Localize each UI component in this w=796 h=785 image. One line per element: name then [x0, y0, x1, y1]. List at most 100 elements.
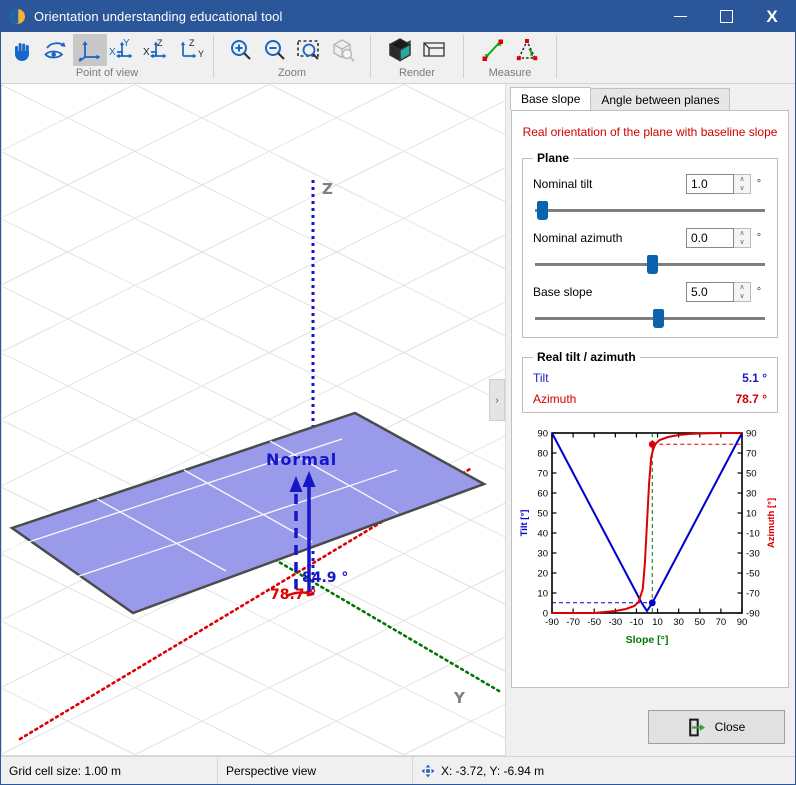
stepper-up-icon[interactable]: ∧ [734, 283, 750, 292]
tab-base-slope[interactable]: Base slope [510, 87, 592, 110]
toolbar-group-label: Render [398, 67, 436, 79]
side-panel: Base slope Angle between planes Real ori… [506, 84, 795, 756]
svg-text:-30: -30 [746, 548, 760, 559]
scene-svg [2, 180, 501, 741]
main-area: Normal 84.9 ° 78.7 ° Z Y X › Base slope … [1, 84, 795, 756]
maximize-icon [719, 10, 733, 23]
nominal-azimuth-row: Nominal azimuth 0.0 ∧ ∨ ° [533, 228, 767, 248]
panel-hint: Real orientation of the plane with basel… [522, 125, 778, 139]
slider-track [535, 317, 765, 320]
toolbar: X Y X Z Z Y Point of view Zoom Render Me… [1, 32, 795, 84]
svg-text:X: X [143, 47, 150, 58]
svg-text:-50: -50 [746, 568, 760, 579]
real-group-legend: Real tilt / azimuth [537, 350, 636, 364]
tab-angle-between-planes[interactable]: Angle between planes [590, 88, 731, 110]
nominal-tilt-unit: ° [756, 178, 762, 190]
axes-3d-icon[interactable] [73, 34, 107, 66]
base-slope-slider[interactable] [535, 309, 765, 328]
svg-text:90: 90 [746, 428, 757, 439]
slider-thumb[interactable] [537, 201, 549, 220]
svg-text:-70: -70 [566, 617, 580, 628]
svg-text:90: 90 [537, 428, 548, 439]
panel-collapse-handle[interactable]: › [489, 379, 505, 421]
svg-text:-30: -30 [608, 617, 622, 628]
status-coords-cell: X: -3.72, Y: -6.94 m [413, 757, 552, 784]
svg-text:Slope [°]: Slope [°] [626, 634, 669, 646]
svg-text:-70: -70 [746, 588, 760, 599]
plane-group-legend: Plane [537, 151, 570, 165]
render-solid-icon[interactable] [383, 34, 417, 66]
base-slope-stepper[interactable]: ∧ ∨ [734, 282, 751, 302]
stepper-down-icon[interactable]: ∨ [734, 292, 750, 301]
viewport-3d[interactable]: Normal 84.9 ° 78.7 ° Z Y X › [1, 84, 506, 756]
svg-text:Y: Y [198, 49, 204, 59]
toolbar-group-point-of-view: X Y X Z Z Y Point of view [1, 32, 213, 83]
svg-text:30: 30 [537, 548, 548, 559]
tab-strip: Base slope Angle between planes [510, 87, 795, 110]
stepper-up-icon[interactable]: ∧ [734, 229, 750, 238]
real-tilt-row: Tilt 5.1 ° [533, 371, 767, 385]
view-zy-icon[interactable]: Z Y [175, 34, 209, 66]
measure-angle-icon[interactable] [510, 34, 544, 66]
nominal-tilt-slider[interactable] [535, 201, 765, 220]
toolbar-group-zoom: Zoom [214, 32, 370, 83]
slider-thumb[interactable] [653, 309, 665, 328]
zoom-in-icon[interactable] [224, 34, 258, 66]
nominal-azimuth-input[interactable]: 0.0 [686, 228, 734, 248]
view-xz-icon[interactable]: X Z [141, 34, 175, 66]
svg-text:80: 80 [537, 448, 548, 459]
close-window-button[interactable]: X [749, 1, 795, 32]
toolbar-separator [556, 35, 557, 78]
status-view-mode: Perspective view [226, 763, 317, 778]
zoom-window-icon[interactable] [292, 34, 326, 66]
svg-text:-10: -10 [746, 528, 760, 539]
svg-text:40: 40 [537, 528, 548, 539]
nominal-azimuth-unit: ° [756, 232, 762, 244]
base-slope-input[interactable]: 5.0 [686, 282, 734, 302]
real-azimuth-value: 78.7 ° [735, 392, 768, 406]
toolbar-group-label: Zoom [277, 67, 307, 79]
minimize-button[interactable] [657, 1, 703, 32]
svg-text:Y: Y [123, 38, 130, 49]
svg-text:10: 10 [537, 588, 548, 599]
toolbar-group-label: Measure [488, 67, 532, 79]
zoom-extents-icon[interactable] [326, 34, 360, 66]
svg-text:X: X [109, 47, 116, 58]
real-tilt-value: 5.1 ° [742, 371, 767, 385]
view-xy-icon[interactable]: X Y [107, 34, 141, 66]
svg-text:50: 50 [746, 468, 757, 479]
status-bar: Grid cell size: 1.00 m Perspective view … [1, 756, 795, 784]
tab-content-base-slope: Real orientation of the plane with basel… [511, 110, 789, 688]
maximize-button[interactable] [703, 1, 749, 32]
title-bar: Orientation understanding educational to… [1, 1, 795, 32]
svg-text:Z: Z [189, 38, 195, 48]
svg-text:70: 70 [716, 617, 727, 628]
slider-thumb[interactable] [646, 255, 658, 274]
nominal-tilt-input[interactable]: 1.0 [686, 174, 734, 194]
toolbar-group-measure: Measure [464, 32, 556, 83]
close-button[interactable]: Close [648, 710, 785, 744]
close-button-label: Close [714, 720, 746, 734]
nominal-azimuth-slider[interactable] [535, 255, 765, 274]
zoom-out-icon[interactable] [258, 34, 292, 66]
render-wireframe-icon[interactable] [417, 34, 451, 66]
status-grid-cell: Grid cell size: 1.00 m [9, 763, 122, 778]
stepper-down-icon[interactable]: ∨ [734, 238, 750, 247]
nominal-azimuth-stepper[interactable]: ∧ ∨ [734, 228, 751, 248]
svg-text:-10: -10 [630, 617, 644, 628]
rotate-eye-icon[interactable] [39, 34, 73, 66]
svg-text:Z: Z [157, 38, 163, 48]
measure-distance-icon[interactable] [476, 34, 510, 66]
stepper-up-icon[interactable]: ∧ [734, 175, 750, 184]
base-slope-row: Base slope 5.0 ∧ ∨ ° [533, 282, 767, 302]
chart-svg: -90 -70 -50 -30 -10 10 30 50 70 90 0 10 20 30 40 50 60 70… [519, 428, 777, 646]
svg-text:50: 50 [537, 508, 548, 519]
azimuth-angle-annotation: 78.7 ° [270, 587, 317, 603]
nominal-tilt-stepper[interactable]: ∧ ∨ [734, 174, 751, 194]
stepper-down-icon[interactable]: ∨ [734, 184, 750, 193]
pan-hand-icon[interactable] [5, 34, 39, 66]
toolbar-group-label: Point of view [75, 67, 139, 79]
svg-text:0: 0 [543, 608, 548, 619]
plane-polygon [2, 411, 488, 615]
plane-group: Plane Nominal tilt 1.0 ∧ ∨ ° Nominal azi… [522, 151, 778, 338]
